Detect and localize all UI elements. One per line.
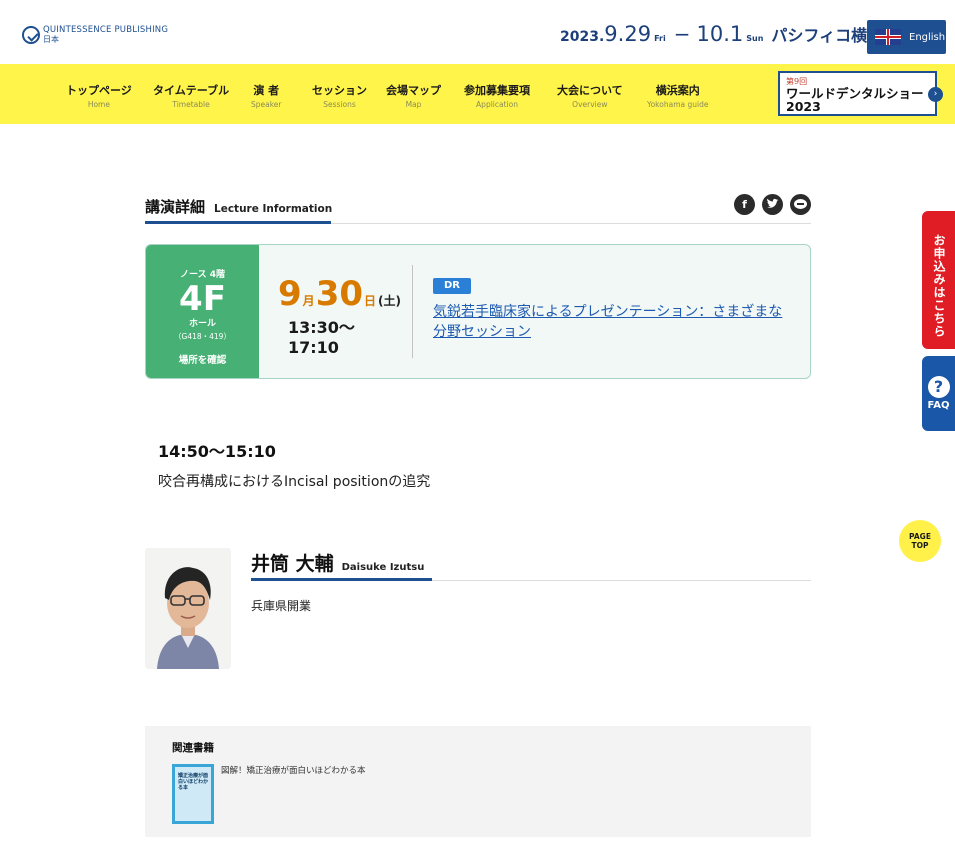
- book-title-link[interactable]: 図解！矯正治療が面白いほどわかる本: [221, 765, 371, 777]
- location-hall: ホール: [188, 319, 216, 329]
- nav-label-en: Yokohama guide: [647, 100, 709, 109]
- nav-label-jp: トップページ: [66, 84, 132, 97]
- location-room: （G418・419）: [174, 332, 231, 341]
- date-end-dow: Sun: [746, 34, 764, 43]
- speaker-affiliation: 兵庫県開業: [251, 599, 312, 613]
- date-start: 9.29: [604, 22, 652, 46]
- section-underline: [145, 221, 331, 224]
- nav-label-jp: 参加募集要項: [464, 84, 530, 97]
- nav-item-speaker[interactable]: 演 者 Speaker: [251, 82, 282, 109]
- site-header: QUINTESSENCE PUBLISHING 日本 2023. 9.29 Fr…: [0, 0, 955, 64]
- section-title-jp: 講演詳細: [145, 198, 206, 216]
- nav-label-en: Application: [476, 100, 518, 109]
- date-start-dow: Fri: [654, 34, 666, 43]
- faq-button[interactable]: ? FAQ: [922, 356, 955, 431]
- speaker-underline: [251, 578, 432, 581]
- pagetop-line1: PAGE: [909, 532, 931, 541]
- twitter-icon[interactable]: [762, 194, 783, 215]
- nav-label-en: Home: [87, 100, 110, 109]
- speaker-name-jp: 井筒 大輔: [251, 553, 334, 575]
- nav-label-jp: セッション: [312, 84, 367, 97]
- nav-label-jp: タイムテーブル: [153, 84, 230, 97]
- talk-time: 14:50〜15:10: [158, 442, 276, 461]
- nav-item-application[interactable]: 参加募集要項 Application: [464, 82, 530, 109]
- related-books: 関連書籍 矯正治療が面白いほどわかる本 図解！矯正治療が面白いほどわかる本: [145, 726, 811, 837]
- lecture-month: 9: [278, 274, 302, 314]
- nav-item-map[interactable]: 会場マップ Map: [386, 82, 441, 109]
- lecture-weekday: (土): [378, 294, 402, 308]
- related-books-heading: 関連書籍: [172, 742, 214, 754]
- category-badge: DR: [433, 278, 471, 294]
- nav-item-yokohama-guide[interactable]: 横浜案内 Yokohama guide: [647, 82, 708, 109]
- english-button[interactable]: English: [867, 20, 946, 54]
- world-dental-show-banner[interactable]: 第9回 ワールドデンタルショー 2023: [778, 71, 937, 116]
- facebook-icon[interactable]: f: [734, 194, 755, 215]
- question-icon: ?: [927, 376, 950, 398]
- speaker-name: 井筒 大輔 Daisuke Izutsu: [251, 549, 424, 576]
- nav-label-en: Speaker: [251, 100, 282, 109]
- location-panel: ノース 4階 4F ホール （G418・419） 場所を確認: [146, 245, 259, 378]
- apply-button[interactable]: お申込みはこちら: [922, 211, 955, 349]
- nav-label-en: Map: [405, 100, 422, 109]
- page-top-button[interactable]: PAGE TOP: [899, 520, 941, 562]
- talk-title: 咬合再構成におけるIncisal positionの追究: [158, 474, 431, 490]
- speaker-photo: [145, 548, 231, 669]
- logo-line1: QUINTESSENCE PUBLISHING: [43, 25, 169, 35]
- location-floor: 4F: [179, 279, 226, 319]
- book-cover[interactable]: 矯正治療が面白いほどわかる本: [172, 764, 214, 824]
- date-year: 2023.: [560, 29, 605, 45]
- section-title-en: Lecture Information: [214, 203, 333, 215]
- lecture-time-range: 13:30〜17:10: [288, 318, 355, 357]
- nav-item-home[interactable]: トップページ Home: [66, 82, 132, 109]
- nav-label-jp: 大会について: [557, 84, 623, 97]
- logo-line2: 日本: [43, 35, 59, 44]
- pagetop-line2: TOP: [911, 541, 929, 550]
- date-dash: −: [673, 22, 691, 46]
- publisher-logo[interactable]: QUINTESSENCE PUBLISHING 日本: [22, 26, 168, 44]
- section-heading: 講演詳細 Lecture Information: [145, 196, 332, 217]
- lecture-datetime: 9 月 30 日 (土) 13:30〜17:10: [278, 274, 402, 357]
- nav-label-en: Sessions: [323, 100, 356, 109]
- day-unit: 日: [364, 294, 377, 308]
- nav-label-jp: 演 者: [253, 84, 280, 97]
- nav-label-jp: 会場マップ: [386, 84, 441, 97]
- date-end: 10.1: [696, 22, 744, 46]
- uk-flag-icon: [875, 29, 901, 45]
- event-dates: 2023. 9.29 Fri − 10.1 Sun パシフィコ横浜: [560, 22, 883, 46]
- faq-label: FAQ: [927, 400, 950, 411]
- english-label: English: [909, 31, 946, 43]
- card-divider: [412, 265, 413, 358]
- quintessence-logo-icon: [22, 26, 40, 44]
- chevron-right-icon[interactable]: ›: [928, 87, 943, 102]
- banner-line3: 2023: [786, 99, 821, 114]
- speaker-name-en: Daisuke Izutsu: [341, 562, 425, 573]
- nav-item-timetable[interactable]: タイムテーブル Timetable: [153, 82, 229, 109]
- month-unit: 月: [302, 294, 315, 308]
- nav-item-sessions[interactable]: セッション Sessions: [312, 82, 367, 109]
- lecture-card: ノース 4階 4F ホール （G418・419） 場所を確認 9 月 30 日 …: [145, 244, 811, 379]
- nav-label-jp: 横浜案内: [655, 84, 700, 97]
- nav-item-overview[interactable]: 大会について Overview: [557, 82, 623, 109]
- lecture-day: 30: [315, 274, 364, 314]
- nav-label-en: Timetable: [172, 100, 210, 109]
- line-icon[interactable]: [790, 194, 811, 215]
- session-title-link[interactable]: 気鋭若手臨床家によるプレゼンテーション：さまざまな分野セッション: [433, 302, 793, 342]
- nav-label-en: Overview: [572, 100, 608, 109]
- book-cover-text: 矯正治療が面白いほどわかる本: [178, 773, 209, 791]
- confirm-location-link[interactable]: 場所を確認: [146, 352, 259, 366]
